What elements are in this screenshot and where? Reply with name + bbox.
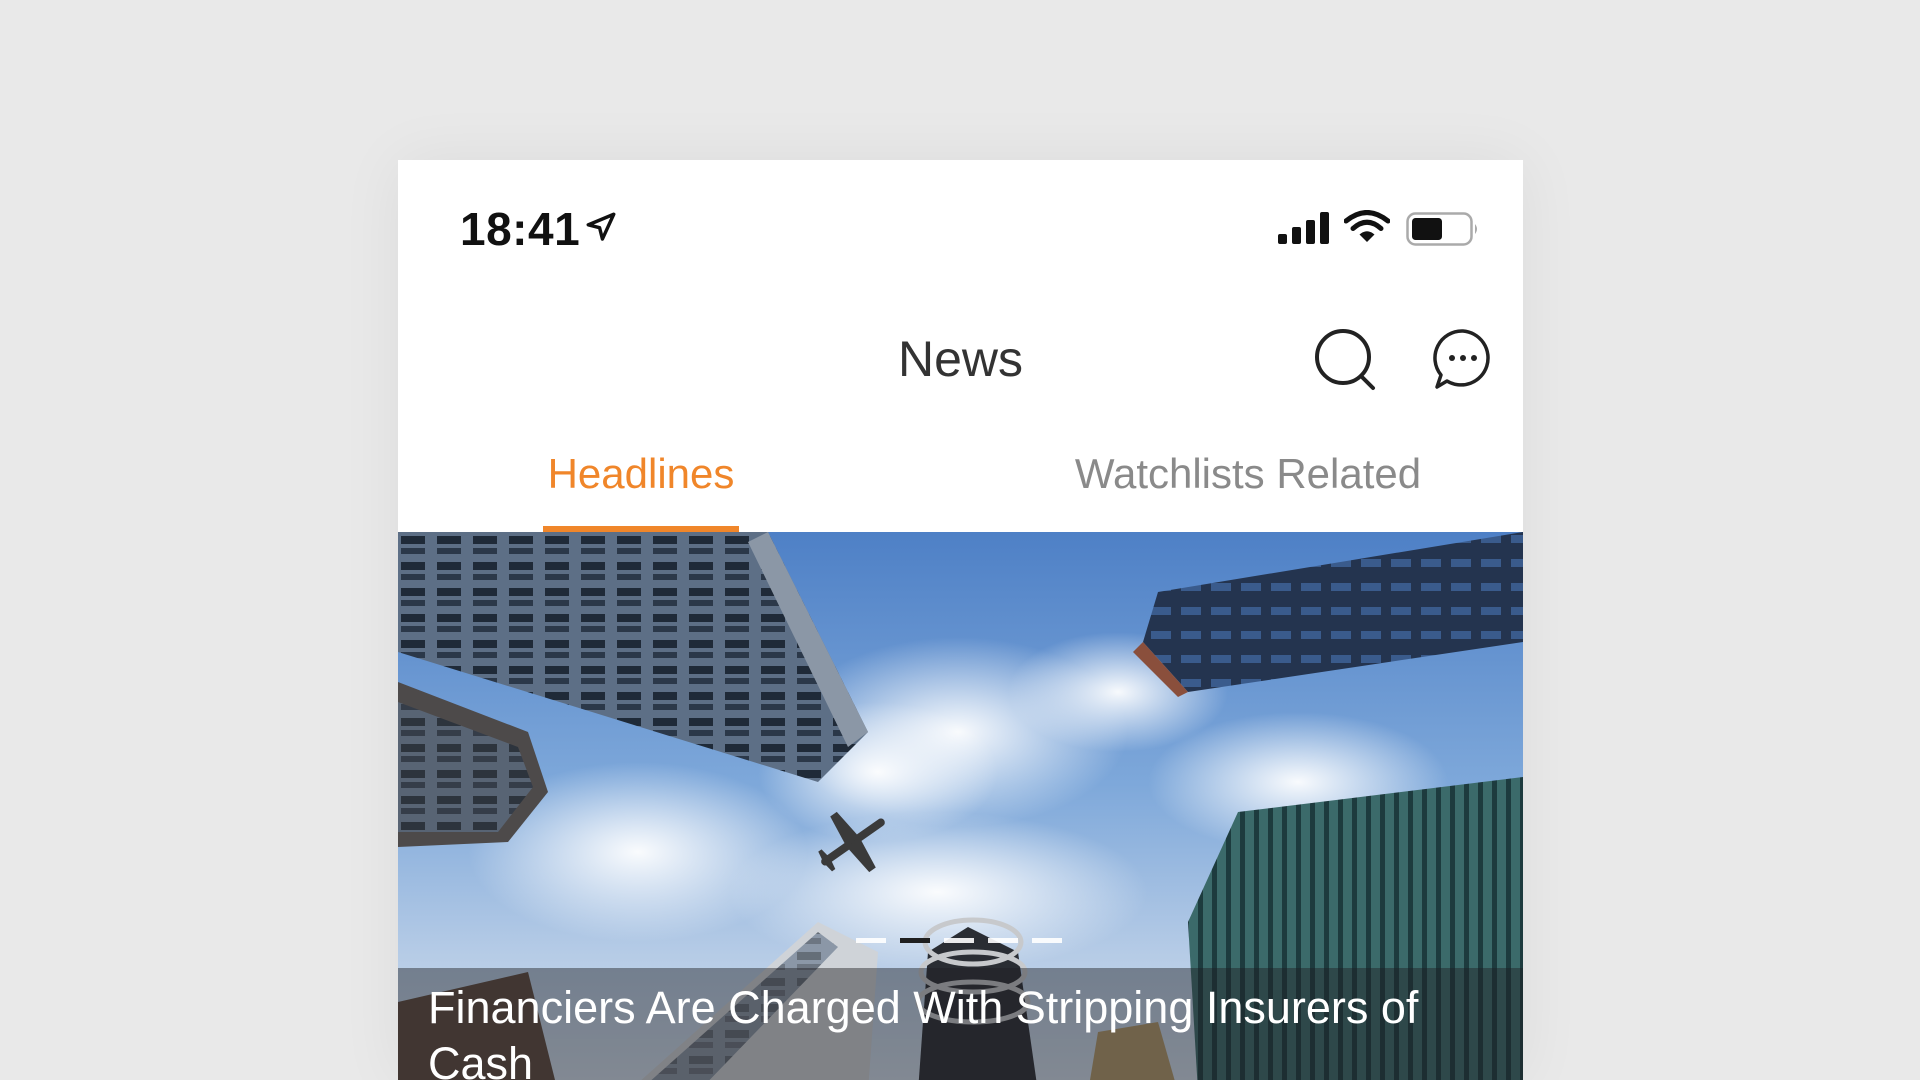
carousel-dot[interactable] [988,938,1018,943]
wifi-icon [1344,210,1390,242]
tab-headlines[interactable]: Headlines [543,450,739,532]
tab-headlines-label: Headlines [547,450,735,497]
carousel-dot[interactable] [944,938,974,943]
tab-watchlists-related-label: Watchlists Related [1074,450,1422,497]
carousel-dot-active[interactable] [900,938,930,943]
carousel-dot[interactable] [1032,938,1062,943]
status-time: 18:41 [460,203,581,255]
location-arrow-icon [586,212,616,241]
hero-article[interactable]: Financiers Are Charged With Stripping In… [398,532,1523,1080]
phone-screen: 18:41 News Headlines Watchlists Related … [398,160,1523,1080]
chat-more-icon[interactable] [1431,327,1495,391]
headline-title[interactable]: Financiers Are Charged With Stripping In… [428,980,1488,1080]
tab-bar: Headlines Watchlists Related [398,450,1523,532]
battery-icon [1406,212,1477,246]
signal-icon [1278,212,1329,244]
status-bar: 18:41 [398,160,1523,280]
tab-watchlists-related[interactable]: Watchlists Related [1058,450,1438,530]
carousel-indicator [856,938,1066,944]
carousel-dot[interactable] [856,938,886,943]
search-icon[interactable] [1313,327,1379,393]
